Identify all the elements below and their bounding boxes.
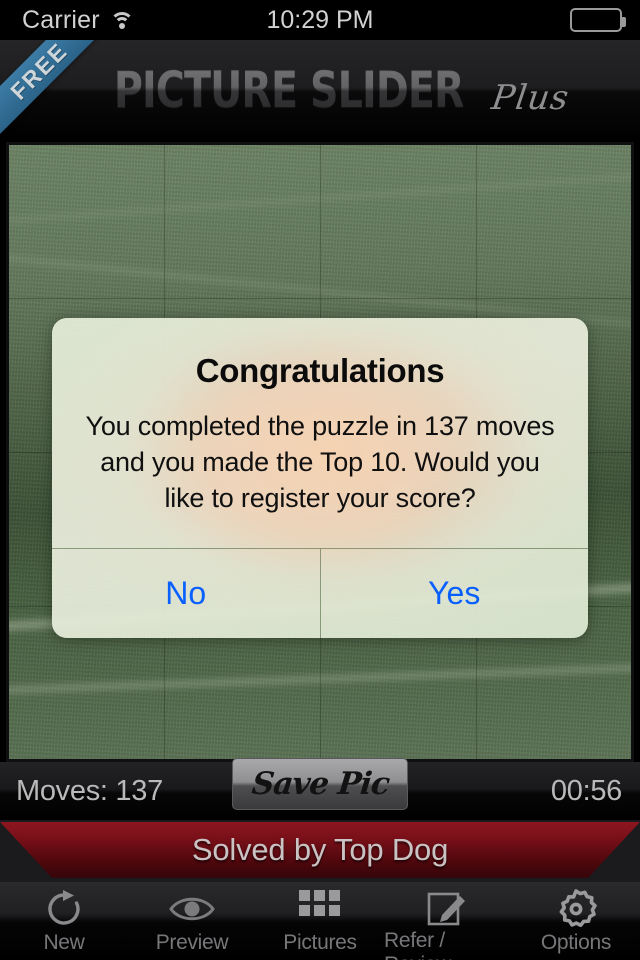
eye-icon	[168, 888, 216, 930]
save-pic-label: Save Pic	[249, 766, 391, 802]
tab-options[interactable]: Options	[512, 882, 640, 960]
tab-preview-label: Preview	[155, 931, 229, 954]
dialog-message: You completed the puzzle in 137 moves an…	[85, 411, 555, 513]
dialog-button-row: No Yes	[52, 548, 588, 638]
solved-banner-label: Solved by Top Dog	[191, 832, 449, 867]
solved-banner-zone: Solved by Top Dog	[0, 820, 640, 882]
tab-refer-review-label: Refer / Review	[384, 929, 451, 960]
gear-icon	[555, 888, 597, 930]
save-pic-button[interactable]: Save Pic	[232, 758, 408, 810]
tab-options-label: Options	[540, 931, 612, 954]
tab-bar: New Preview Pictures Refer / Options	[0, 882, 640, 960]
tab-new-label: New	[43, 931, 85, 954]
alert-yes-button[interactable]: Yes	[321, 549, 589, 638]
stats-bar: Moves: 137 Save Pic 00:56	[0, 758, 640, 820]
refresh-icon	[44, 888, 84, 930]
dialog-body: Congratulations You completed the puzzle…	[52, 318, 588, 548]
tab-pictures[interactable]: Pictures	[256, 882, 384, 960]
compose-icon	[427, 888, 469, 928]
solved-banner: Solved by Top Dog	[0, 822, 640, 878]
alert-no-button[interactable]: No	[52, 549, 321, 638]
timer-display: 00:56	[550, 774, 622, 807]
tab-refer-review[interactable]: Refer / Review	[384, 882, 512, 960]
tab-pictures-label: Pictures	[283, 931, 357, 954]
dialog-title: Congratulations	[195, 352, 445, 389]
moves-counter: Moves: 137	[16, 774, 163, 807]
congratulations-dialog: Congratulations You completed the puzzle…	[52, 318, 588, 638]
tab-new[interactable]: New	[0, 882, 128, 960]
grid-icon	[299, 888, 341, 930]
tab-preview[interactable]: Preview	[128, 882, 256, 960]
